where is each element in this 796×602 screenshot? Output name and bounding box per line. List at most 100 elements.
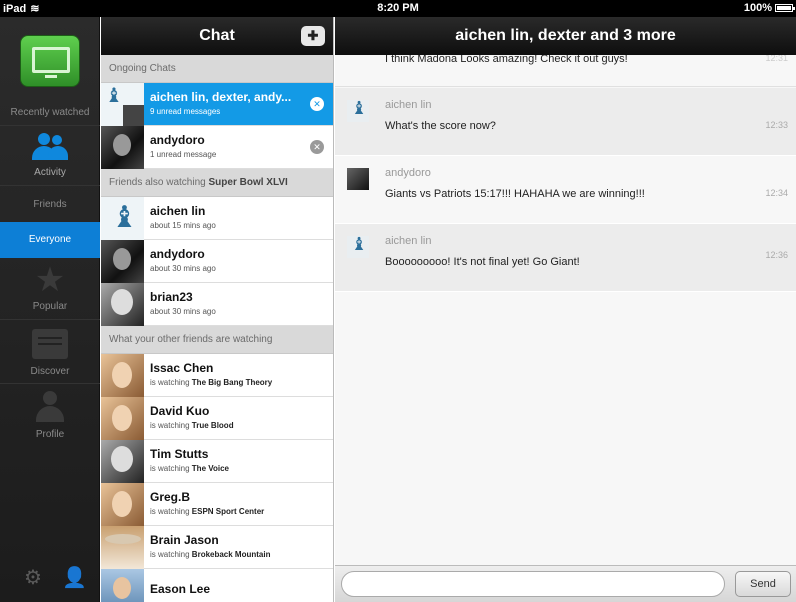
nav-discover-label: Discover xyxy=(30,366,70,377)
message-row: aichen lin Booooooooo! It's not final ye… xyxy=(335,224,796,292)
nav-recently-watched[interactable]: Recently watched xyxy=(0,107,100,118)
avatar xyxy=(101,354,144,397)
avatar xyxy=(101,440,144,483)
avatar xyxy=(347,168,369,190)
message-row: andydoro Giants vs Patriots 15:17!!! HAH… xyxy=(335,156,796,224)
watching-prefix: is watching xyxy=(150,507,192,516)
also-watching-show: Super Bowl XLVI xyxy=(208,177,288,188)
conversation-panel: aichen lin, dexter and 3 more I think Ma… xyxy=(335,17,796,602)
avatar xyxy=(101,126,144,169)
watching-show: ESPN Sport Center xyxy=(191,507,265,516)
friend-row[interactable]: Tim Stutts is watching The Voice xyxy=(101,440,333,483)
status-right: 100% xyxy=(743,2,795,14)
nav-activity[interactable]: Activity xyxy=(0,131,100,178)
friend-row[interactable]: Issac Chen is watching The Big Bang Theo… xyxy=(101,354,333,397)
avatar xyxy=(101,526,144,569)
avatar xyxy=(101,83,144,126)
friend-row[interactable]: brian23 about 30 mins ago xyxy=(101,283,333,326)
friend-row[interactable]: David Kuo is watching True Blood xyxy=(101,397,333,440)
message-sender: aichen lin xyxy=(385,235,432,247)
friend-name: Tim Stutts xyxy=(150,447,209,461)
friend-name: Brain Jason xyxy=(150,533,219,547)
friend-name: Issac Chen xyxy=(150,361,214,375)
friend-sub: is watching Brokeback Mountain xyxy=(150,550,270,559)
message-time: 12:34 xyxy=(765,188,788,198)
nav-everyone-label: Everyone xyxy=(28,234,72,245)
conversation-title: aichen lin, dexter and 3 more xyxy=(455,27,676,44)
friend-row[interactable]: andydoro about 30 mins ago xyxy=(101,240,333,283)
friend-sub: is watching ESPN Sport Center xyxy=(150,507,264,516)
section-header-also-watching: Friends also watching Super Bowl XLVI xyxy=(101,169,333,197)
nav-profile[interactable]: Profile xyxy=(0,391,100,440)
avatar xyxy=(347,234,369,258)
friend-name: Eason Lee xyxy=(150,582,211,596)
tray-icon xyxy=(32,329,68,359)
star-icon: ★ xyxy=(34,261,66,299)
left-nav: Recently watched Activity Friends Everyo… xyxy=(0,17,100,602)
tv-icon[interactable] xyxy=(20,35,80,87)
close-icon[interactable]: ✕ xyxy=(310,140,324,154)
section-header-other: What your other friends are watching xyxy=(101,326,333,354)
composer-bar: Send xyxy=(335,565,796,602)
chat-list-title: Chat xyxy=(199,27,235,44)
message-row: I think Madona Looks amazing! Check it o… xyxy=(335,53,796,87)
watching-prefix: is watching xyxy=(150,421,192,430)
nav-popular-label: Popular xyxy=(32,301,68,312)
friend-sub: about 30 mins ago xyxy=(150,264,216,273)
nav-popular[interactable]: ★ Popular xyxy=(0,263,100,312)
message-text: What's the score now? xyxy=(385,120,496,132)
chat-list-header: Chat ✚ xyxy=(101,17,333,55)
avatar xyxy=(101,569,144,602)
message-text: Booooooooo! It's not final yet! Go Giant… xyxy=(385,256,580,268)
close-icon[interactable]: ✕ xyxy=(310,97,324,111)
chat-row-name: aichen lin, dexter, andy... xyxy=(150,90,292,104)
friend-name: David Kuo xyxy=(150,404,210,418)
message-input[interactable] xyxy=(341,571,725,597)
status-time: 8:20 PM xyxy=(377,2,419,14)
friend-sub: about 30 mins ago xyxy=(150,307,216,316)
watching-prefix: is watching xyxy=(150,464,192,473)
nav-friends[interactable]: Friends xyxy=(0,199,100,210)
watching-show: True Blood xyxy=(191,421,234,430)
battery-percent: 100% xyxy=(743,2,772,14)
gear-icon[interactable]: ⚙ xyxy=(24,565,42,590)
friend-sub: is watching True Blood xyxy=(150,421,234,430)
nav-everyone[interactable]: Everyone xyxy=(0,222,100,258)
friend-row[interactable]: Brain Jason is watching Brokeback Mounta… xyxy=(101,526,333,569)
avatar xyxy=(101,283,144,326)
friend-name: Greg.B xyxy=(150,490,191,504)
message-sender: andydoro xyxy=(385,167,431,179)
friend-row[interactable]: Eason Lee xyxy=(101,569,333,602)
chat-row[interactable]: aichen lin, dexter, andy... 9 unread mes… xyxy=(101,83,333,126)
nav-divider xyxy=(0,319,100,320)
send-button[interactable]: Send xyxy=(735,571,791,597)
section-header-ongoing: Ongoing Chats xyxy=(101,55,333,83)
chat-row-sub: 9 unread messages xyxy=(150,107,221,116)
bottom-icons: ⚙ 👤 xyxy=(24,565,87,590)
add-friend-icon[interactable]: 👤 xyxy=(62,565,87,590)
avatar xyxy=(101,240,144,283)
chat-list-panel: Chat ✚ Ongoing Chats aichen lin, dexter,… xyxy=(101,17,334,602)
friend-sub: about 15 mins ago xyxy=(150,221,216,230)
avatar xyxy=(101,197,144,240)
avatar xyxy=(101,483,144,526)
friend-sub: is watching The Big Bang Theory xyxy=(150,378,272,387)
nav-divider xyxy=(0,185,100,186)
watching-show: The Voice xyxy=(191,464,229,473)
message-row: aichen lin What's the score now? 12:33 xyxy=(335,88,796,156)
new-chat-button[interactable]: ✚ xyxy=(301,26,325,46)
nav-discover[interactable]: Discover xyxy=(0,329,100,377)
also-watching-prefix: Friends also watching xyxy=(109,177,209,188)
friend-row[interactable]: Greg.B is watching ESPN Sport Center xyxy=(101,483,333,526)
chat-row-name: andydoro xyxy=(150,133,205,147)
watching-show: The Big Bang Theory xyxy=(191,378,273,387)
people-icon xyxy=(30,131,70,163)
chat-row[interactable]: andydoro 1 unread message ✕ xyxy=(101,126,333,169)
nav-friends-label: Friends xyxy=(33,199,67,210)
friend-name: andydoro xyxy=(150,247,205,261)
friend-row[interactable]: aichen lin about 15 mins ago xyxy=(101,197,333,240)
nav-profile-label: Profile xyxy=(35,429,65,440)
friend-name: brian23 xyxy=(150,290,193,304)
friend-sub: is watching The Voice xyxy=(150,464,229,473)
avatar xyxy=(347,98,369,122)
